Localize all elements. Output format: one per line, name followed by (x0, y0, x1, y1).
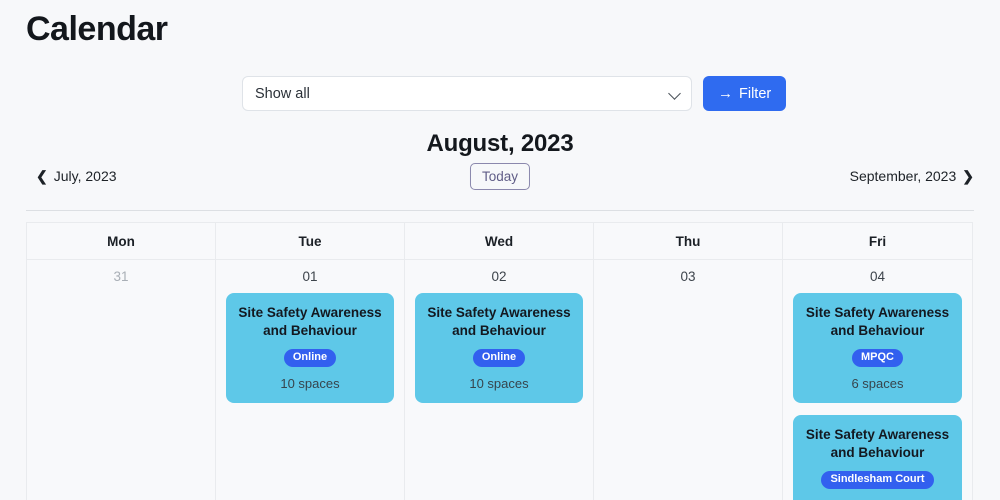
calendar-dayname-tue: Tue (216, 223, 405, 259)
event-location-badge: Online (472, 349, 526, 367)
month-nav: ❮ July, 2023 Today September, 2023 ❯ (26, 163, 974, 194)
filter-bar: Show all → Filter (242, 76, 787, 111)
current-month-heading: August, 2023 (426, 130, 574, 157)
calendar-grid: Mon Tue Wed Thu Fri 31 01 Site Safety Awarenes… (26, 222, 973, 500)
calendar-event-card[interactable]: Site Safety Awareness and Behaviour Sindl… (793, 415, 962, 500)
calendar-week-row: 31 01 Site Safety Awareness and Behaviour O… (27, 260, 972, 500)
today-button[interactable]: Today (469, 163, 531, 190)
calendar-day-number: 04 (869, 269, 886, 284)
prev-month-link[interactable]: ❮ July, 2023 (36, 168, 117, 184)
calendar-header-row: Mon Tue Wed Thu Fri (27, 223, 972, 260)
calendar-dayname-fri: Fri (868, 234, 887, 249)
event-spaces-text: 10 spaces (280, 376, 340, 391)
prev-month-label: July, 2023 (53, 168, 117, 184)
calendar-body: 31 01 Site Safety Awareness and Behaviour O… (27, 260, 972, 500)
show-filter-select-wrap: Show all (242, 76, 692, 111)
event-location-badge: Online (283, 349, 337, 367)
divider (26, 210, 974, 211)
event-title: Site Safety Awareness and Behaviour (805, 305, 950, 338)
calendar-dayname-mon: Mon (27, 223, 216, 259)
event-title: Site Safety Awareness and Behaviour (427, 305, 571, 338)
event-location-badge: Sindlesham Court (821, 471, 934, 489)
arrow-right-icon: → (718, 85, 733, 102)
next-month-link[interactable]: September, 2023 ❯ (850, 168, 974, 184)
show-filter-select[interactable]: Show all (242, 76, 692, 111)
calendar-day-number: 02 (491, 269, 507, 284)
event-title: Site Safety Awareness and Behaviour (805, 427, 950, 460)
calendar-day-cell[interactable]: 01 Site Safety Awareness and Behaviour Onl… (216, 260, 405, 500)
chevron-left-icon: ❮ (36, 168, 48, 184)
calendar-day-number: 03 (680, 269, 696, 284)
event-title: Site Safety Awareness and Behaviour (238, 305, 382, 338)
filter-button[interactable]: → Filter (703, 76, 787, 111)
event-location-badge: MPQC (852, 349, 903, 367)
chevron-right-icon: ❯ (962, 168, 974, 184)
calendar-event-card[interactable]: Site Safety Awareness and Behaviour Onlin… (226, 293, 394, 403)
calendar-day-cell[interactable]: 02 Site Safety Awareness and Behaviour Onl… (405, 260, 594, 500)
next-month-label: September, 2023 (849, 168, 957, 184)
calendar-event-card[interactable]: Site Safety Awareness and Behaviour MPQC 6… (793, 293, 962, 403)
page-title: Calendar (26, 10, 168, 48)
calendar-dayname-thu: Thu (594, 223, 783, 259)
event-spaces-text: 10 spaces (469, 376, 529, 391)
event-spaces-text: 6 spaces (851, 376, 904, 391)
calendar-day-cell[interactable]: 03 (594, 260, 783, 500)
filter-button-label: Filter (739, 85, 772, 102)
calendar-day-cell[interactable]: 31 (27, 260, 216, 500)
calendar-event-card[interactable]: Site Safety Awareness and Behaviour Onlin… (415, 293, 583, 403)
calendar-day-cell[interactable]: 04 Site Safety Awareness and Behaviour MPQ… (783, 260, 972, 500)
show-filter-select-value: Show all (255, 85, 310, 102)
calendar-day-number: 31 (113, 269, 129, 284)
calendar-day-number: 01 (302, 269, 318, 284)
calendar-dayname-wed: Wed (405, 223, 594, 259)
calendar-page: Calendar Show all → Filter August, 2023 … (0, 0, 1000, 500)
